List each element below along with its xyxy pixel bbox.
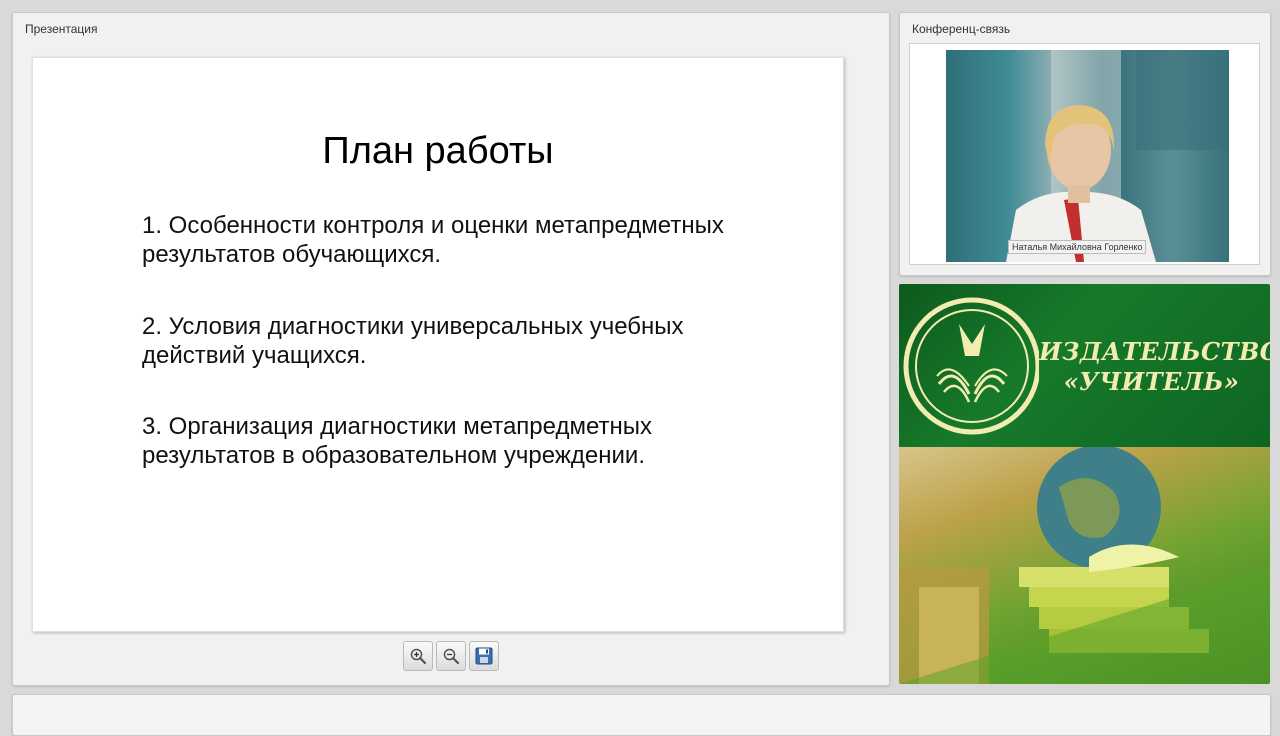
publisher-name-line2: «УЧИТЕЛЬ»: [1063, 367, 1240, 396]
publisher-name-line1: ИЗДАТЕЛЬСТВО: [1039, 337, 1270, 366]
banner-header: ИЗДАТЕЛЬСТВО «УЧИТЕЛЬ»: [899, 284, 1270, 447]
slide-item-2: 2. Условия диагностики универсальных уче…: [142, 313, 684, 369]
slide-item-3: 3. Организация диагностики метапредметны…: [142, 413, 653, 469]
zoom-out-icon: [443, 648, 460, 665]
save-button[interactable]: [469, 641, 499, 671]
zoom-in-button[interactable]: [403, 641, 433, 671]
presentation-panel-title: Презентация: [25, 22, 98, 36]
conference-panel: Конференц-связь Наталья Михайловна Горле…: [899, 12, 1271, 276]
conference-panel-title: Конференц-связь: [912, 22, 1011, 36]
zoom-out-button[interactable]: [436, 641, 466, 671]
publisher-banner[interactable]: ИЗДАТЕЛЬСТВО «УЧИТЕЛЬ»: [899, 284, 1270, 684]
slide-toolbar: [403, 641, 499, 671]
participant-name-label: Наталья Михайловна Горленко: [1008, 240, 1147, 254]
publisher-logo-icon: [903, 297, 1039, 435]
bottom-panel: [12, 694, 1271, 736]
zoom-in-icon: [410, 648, 427, 665]
video-container: Наталья Михайловна Горленко: [909, 43, 1260, 265]
presentation-panel: Презентация План работы 1. Особенности к…: [12, 12, 890, 686]
save-icon: [475, 647, 493, 665]
books-globe-illustration: [899, 445, 1270, 684]
banner-image: [899, 445, 1270, 684]
slide-item-1: 1. Особенности контроля и оценки метапре…: [142, 212, 724, 268]
slide: План работы 1. Особенности контроля и оц…: [32, 57, 844, 632]
slide-title: План работы: [322, 130, 554, 172]
video-feed[interactable]: Наталья Михайловна Горленко: [946, 50, 1229, 262]
speaker-video-image: [1006, 50, 1229, 262]
